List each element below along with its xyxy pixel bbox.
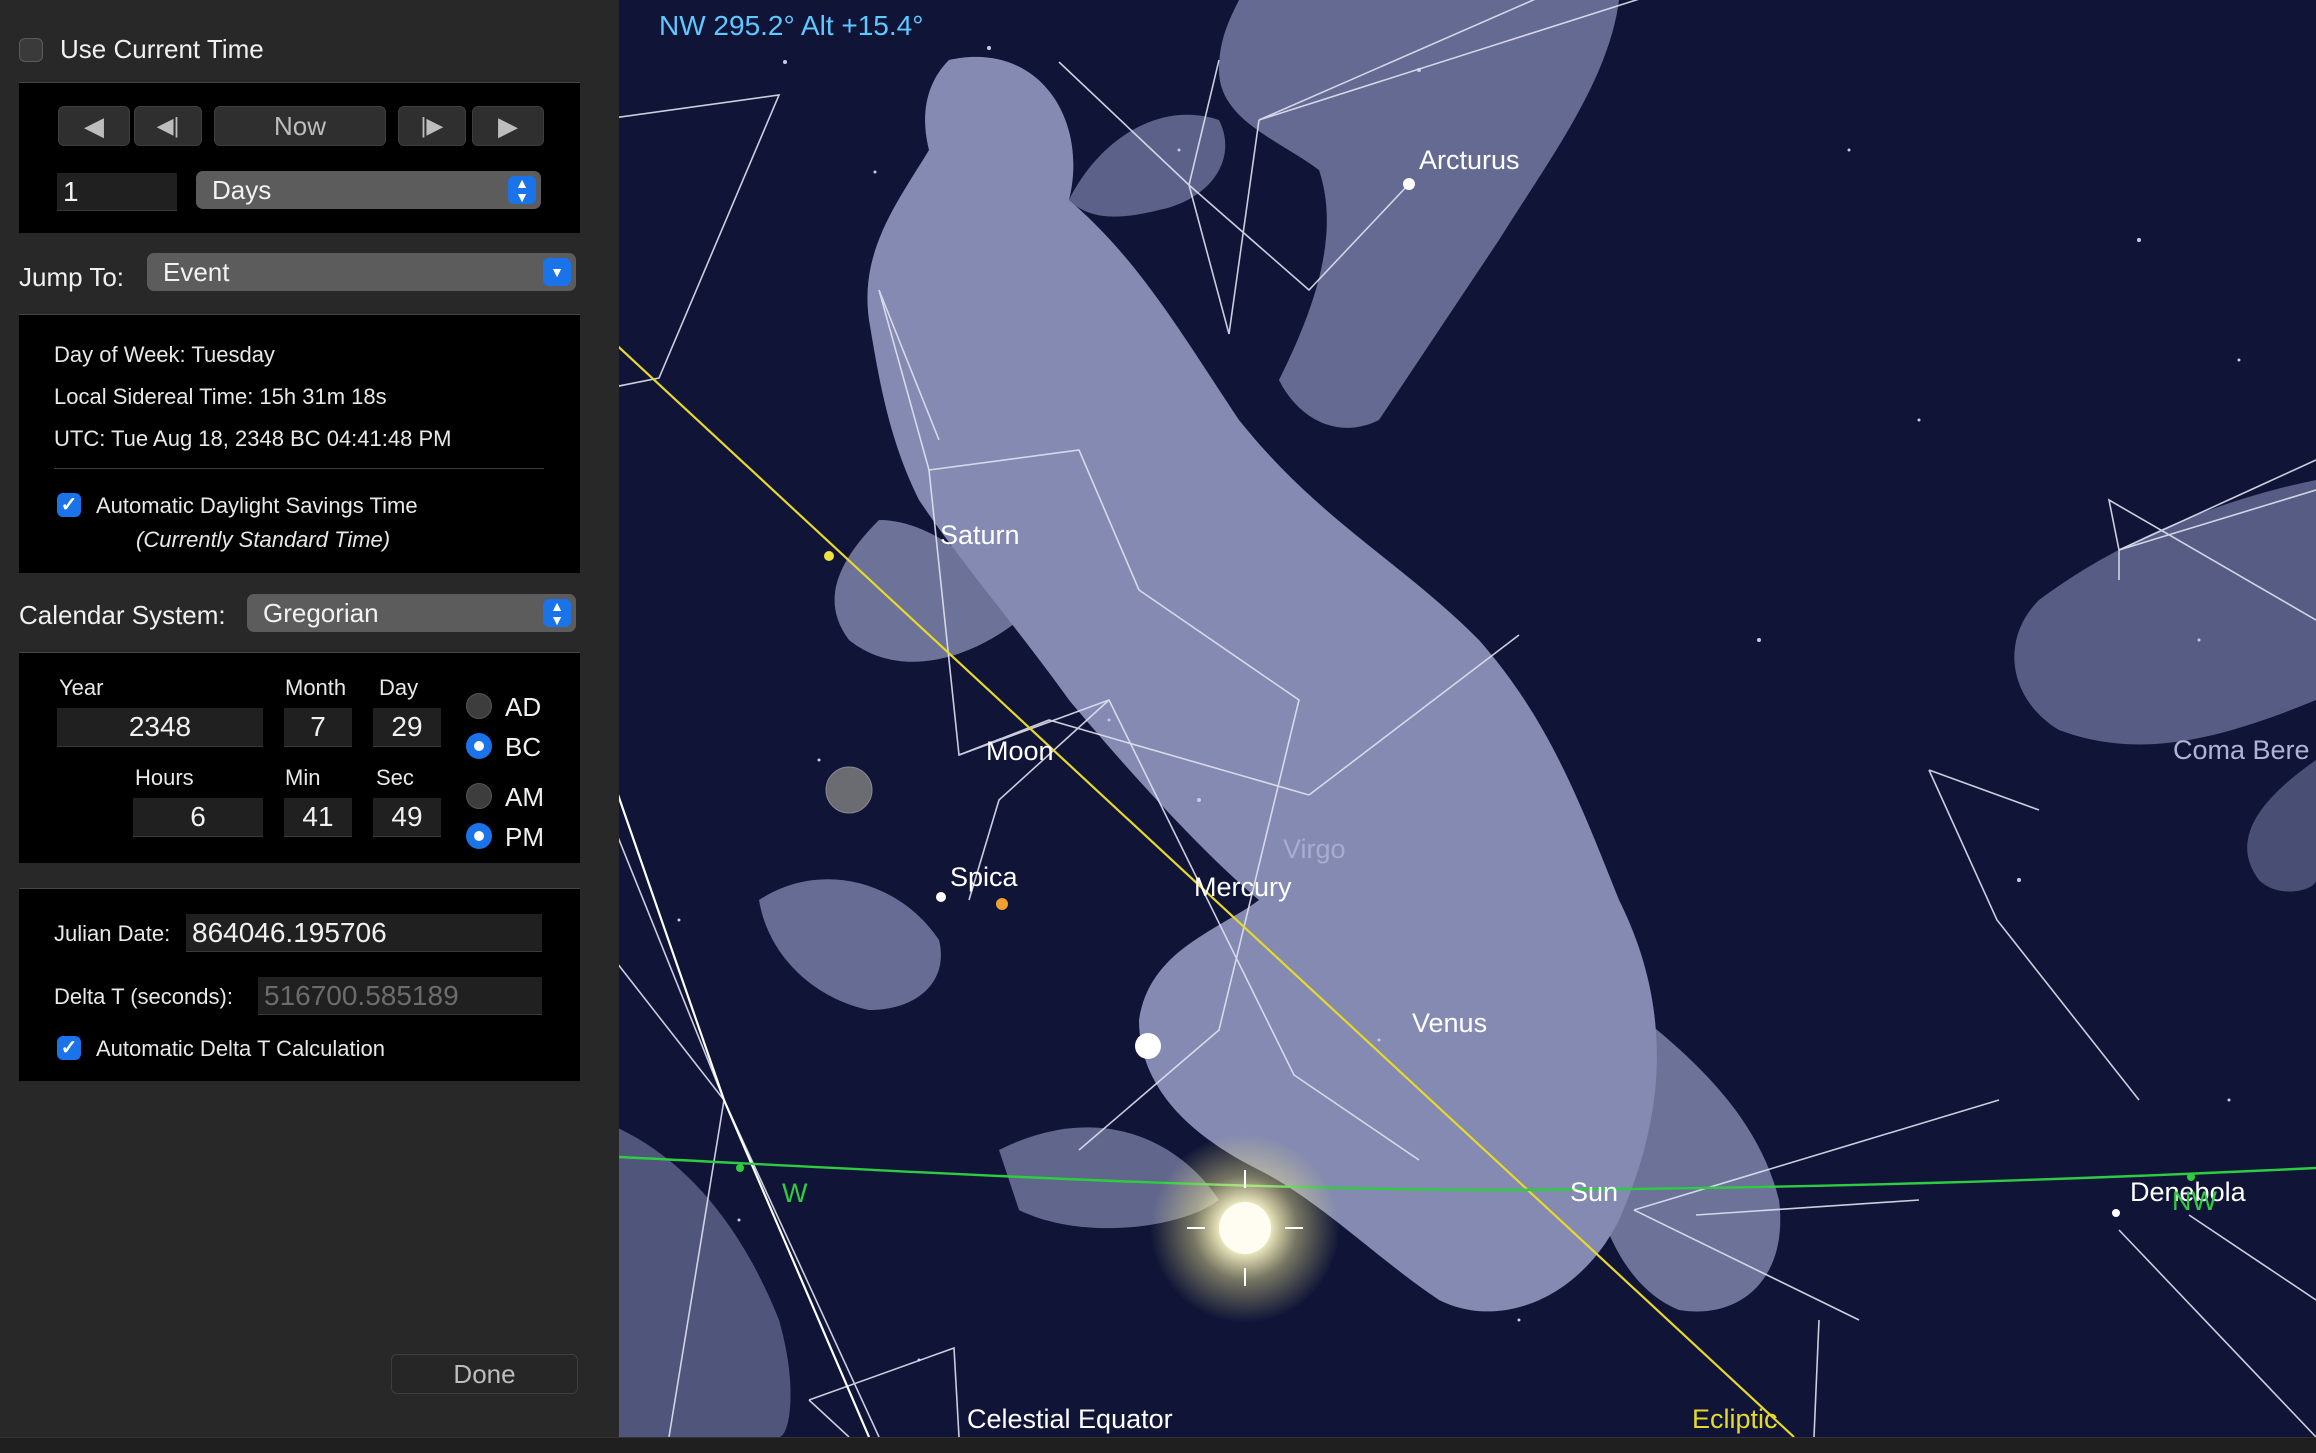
virgo-label: Virgo (1283, 834, 1346, 864)
celestial-equator-label: Celestial Equator (967, 1404, 1173, 1434)
pm-label: PM (505, 822, 544, 852)
month-label: Month (285, 675, 347, 700)
now-label: Now (273, 110, 326, 141)
pm-radio[interactable] (466, 823, 492, 849)
delta-t-label: Delta T (seconds): (54, 984, 233, 1009)
use-current-time-checkbox[interactable] (19, 38, 43, 62)
day-of-week-text: Day of Week: Tuesday (54, 342, 275, 367)
step-forward-icon: |▶ (420, 113, 444, 138)
sec-label: Sec (376, 765, 414, 790)
chevron-down-icon: ▼ (543, 258, 571, 286)
updown-chevron-icon: ▲ ▼ (543, 599, 571, 627)
standard-time-note: (Currently Standard Time) (136, 527, 391, 552)
month-input[interactable]: 7 (284, 708, 352, 747)
jump-to-select[interactable]: Event ▼ (147, 253, 576, 291)
spica-star (936, 892, 946, 902)
saturn-dot (824, 551, 834, 561)
direction-altitude-readout: NW 295.2° Alt +15.4° (659, 10, 924, 41)
sidereal-time-text: Local Sidereal Time: 15h 31m 18s (54, 384, 387, 409)
mercury-label[interactable]: Mercury (1194, 872, 1292, 903)
rewind-icon: ◀ (84, 110, 104, 141)
bc-radio[interactable] (466, 733, 492, 759)
use-current-time-label: Use Current Time (60, 34, 264, 64)
min-input[interactable]: 41 (284, 798, 352, 837)
julian-date-label: Julian Date: (54, 921, 171, 946)
arcturus-star (1403, 178, 1415, 190)
daylight-savings-label: Automatic Daylight Savings Time (96, 493, 418, 518)
jump-to-value: Event (163, 257, 230, 287)
calendar-system-select[interactable]: Gregorian ▲ ▼ (247, 594, 576, 632)
jump-to-label: Jump To: (19, 262, 125, 292)
delta-t-input: 516700.585189 (258, 977, 542, 1015)
now-button[interactable]: Now (214, 106, 386, 146)
updown-chevron-icon: ▲ ▼ (508, 176, 536, 204)
time-settings-panel: Use Current Time ◀ ◀| Now |▶ ▶ 1 Days ▲ ▼… (0, 0, 619, 1437)
sec-input[interactable]: 49 (373, 798, 441, 837)
daylight-savings-checkbox[interactable]: ✓ (57, 493, 81, 517)
play-button[interactable]: ▶ (472, 106, 544, 146)
done-button[interactable]: Done (391, 1354, 578, 1394)
step-unit-value: Days (212, 175, 272, 205)
ad-radio[interactable] (466, 693, 492, 719)
denebola-star (2112, 1209, 2120, 1217)
step-back-icon: ◀| (156, 113, 180, 138)
min-label: Min (285, 765, 321, 790)
venus-dot (1135, 1033, 1161, 1059)
julian-date-input[interactable]: 864046.195706 (186, 914, 542, 952)
play-icon: ▶ (498, 110, 518, 141)
divider (54, 468, 544, 469)
calendar-system-value: Gregorian (263, 598, 379, 628)
sky-chart (619, 0, 2316, 1437)
utc-text: UTC: Tue Aug 18, 2348 BC 04:41:48 PM (54, 426, 452, 451)
sun-disc (1219, 1202, 1271, 1254)
hours-input[interactable]: 6 (133, 798, 263, 837)
ecliptic-label: Ecliptic (1692, 1404, 1778, 1434)
venus-label[interactable]: Venus (1412, 1008, 1487, 1039)
rewind-button[interactable]: ◀ (58, 106, 130, 146)
leo-artwork (2014, 480, 2316, 892)
am-radio[interactable] (466, 783, 492, 809)
step-value-input[interactable]: 1 (57, 173, 177, 211)
moon-disc (825, 766, 873, 814)
am-label: AM (505, 782, 544, 812)
step-back-button[interactable]: ◀| (134, 106, 202, 146)
auto-delta-t-label: Automatic Delta T Calculation (96, 1036, 385, 1061)
day-input[interactable]: 29 (373, 708, 441, 747)
hours-label: Hours (135, 765, 194, 790)
spica-label[interactable]: Spica (950, 862, 1018, 893)
saturn-label[interactable]: Saturn (940, 520, 1020, 551)
step-forward-button[interactable]: |▶ (398, 106, 466, 146)
year-input[interactable]: 2348 (57, 708, 263, 747)
calendar-system-label: Calendar System: (19, 600, 226, 630)
ad-label: AD (505, 692, 542, 722)
mercury-dot (996, 898, 1008, 910)
bc-label: BC (505, 732, 542, 762)
coma-berenices-label: Coma Bere (2173, 735, 2310, 765)
northwest-compass-label: NW (2172, 1186, 2217, 1216)
year-label: Year (59, 675, 104, 700)
arcturus-label[interactable]: Arcturus (1419, 145, 1520, 176)
day-label: Day (379, 675, 419, 700)
step-unit-select[interactable]: Days ▲ ▼ (196, 171, 541, 209)
moon-label[interactable]: Moon (986, 736, 1054, 767)
status-bar (0, 1437, 2316, 1453)
sun-label[interactable]: Sun (1570, 1177, 1618, 1208)
west-compass-label: W (782, 1178, 808, 1208)
auto-delta-t-checkbox[interactable]: ✓ (57, 1036, 81, 1060)
sky-view[interactable]: NW 295.2° Alt +15.4° Arcturus Saturn Moo… (619, 0, 2316, 1437)
